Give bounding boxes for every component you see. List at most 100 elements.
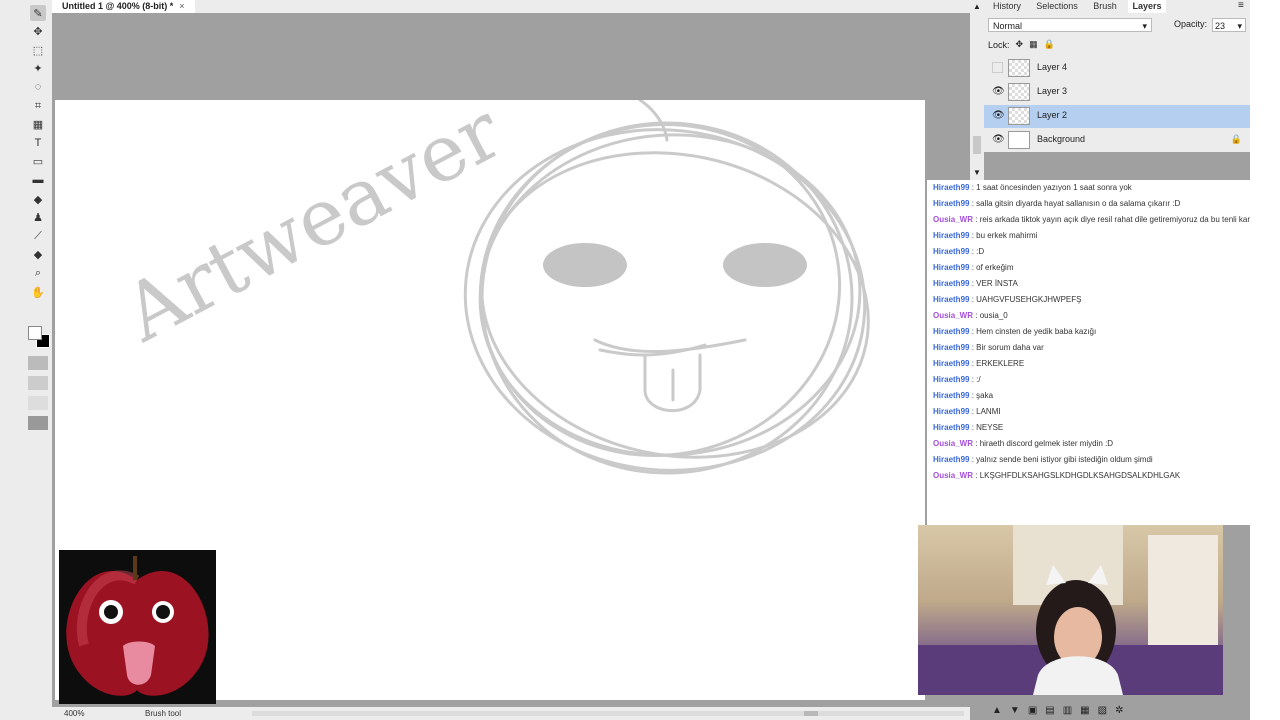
chat-username: Hiraeth99 xyxy=(933,295,970,304)
chat-username: Hiraeth99 xyxy=(933,247,970,256)
chat-text: : UAHGVFUSEHGKJHWPEFŞ xyxy=(971,295,1082,304)
brush-preset-picker[interactable] xyxy=(28,356,48,370)
layer-mask-icon[interactable]: ▧ xyxy=(1098,705,1107,716)
new-layer-icon[interactable]: ▤ xyxy=(1045,705,1054,716)
layer-row[interactable]: Layer 4 xyxy=(984,57,1250,80)
chat-text: : hiraeth discord gelmek ister miydin :D xyxy=(975,439,1114,448)
pattern-picker[interactable] xyxy=(28,396,48,410)
lock-transparency-icon[interactable]: ▦ xyxy=(1029,39,1038,50)
lock-position-icon[interactable]: ✥ xyxy=(1016,39,1024,50)
image-picker[interactable] xyxy=(28,416,48,430)
scroll-down-arrow-icon[interactable]: ▼ xyxy=(973,168,981,177)
opacity-select[interactable]: 23 ▾ xyxy=(1212,18,1246,32)
background-color-swatch[interactable] xyxy=(28,326,42,340)
chat-text: : şaka xyxy=(971,391,994,400)
move-layer-down-icon[interactable]: ▼ xyxy=(1010,705,1020,716)
clone-stamp-tool-icon[interactable]: ♟ xyxy=(30,210,46,226)
chat-username: Hiraeth99 xyxy=(933,391,970,400)
chat-message: Hiraeth99 : yalnız sende beni istiyor gi… xyxy=(927,452,1250,468)
chat-username: Hiraeth99 xyxy=(933,263,970,272)
lock-row: Lock: ✥ ▦ 🔒 xyxy=(988,39,1055,50)
zoom-tool-icon[interactable]: ⌕ xyxy=(30,265,46,281)
chat-text: : ousia_0 xyxy=(975,311,1008,320)
scrollbar-thumb[interactable] xyxy=(804,711,818,716)
crop-tool-icon[interactable]: ⌗ xyxy=(30,98,46,114)
eye-icon[interactable]: 👁 xyxy=(992,110,1005,121)
chat-message: Hiraeth99 : of erkeğim xyxy=(927,260,1250,276)
opacity-value: 23 xyxy=(1215,21,1226,31)
lasso-tool-icon[interactable]: ◌ xyxy=(30,79,46,95)
chat-message: Hiraeth99 : NEYSE xyxy=(927,420,1250,436)
move-layer-up-icon[interactable]: ▲ xyxy=(992,705,1002,716)
tab-history[interactable]: History xyxy=(988,0,1026,13)
chat-username: Hiraeth99 xyxy=(933,407,970,416)
chat-username: Hiraeth99 xyxy=(933,423,970,432)
chat-username: Hiraeth99 xyxy=(933,183,970,192)
texture-picker[interactable] xyxy=(28,376,48,390)
grid-tool-icon[interactable]: ▦ xyxy=(30,117,46,133)
tab-brush[interactable]: Brush xyxy=(1088,0,1122,13)
layer-row[interactable]: 👁 Layer 2 xyxy=(984,105,1250,128)
stream-chat: Hiraeth99 : 1 saat öncesinden yazıyon 1 … xyxy=(927,180,1250,525)
lock-label: Lock: xyxy=(988,39,1010,50)
shape-tool-icon[interactable]: ▭ xyxy=(30,154,46,170)
fill-tool-icon[interactable]: ◆ xyxy=(30,247,46,263)
delete-layer-icon[interactable]: ▥ xyxy=(1063,705,1072,716)
scroll-up-arrow-icon[interactable]: ▲ xyxy=(973,2,981,11)
close-tab-icon[interactable]: × xyxy=(179,1,184,11)
chat-message: Hiraeth99 : VER İNSTA xyxy=(927,276,1250,292)
document-tab[interactable]: Untitled 1 @ 400% (8-bit) * × xyxy=(52,0,195,13)
zoom-level: 400% xyxy=(64,709,85,718)
chevron-down-icon: ▾ xyxy=(1237,21,1242,31)
magic-wand-tool-icon[interactable]: ✦ xyxy=(30,61,46,77)
layer-thumbnail xyxy=(1008,83,1030,101)
chat-text: : Hem cinsten de yedik baba kazığı xyxy=(971,327,1097,336)
document-tab-title: Untitled 1 @ 400% (8-bit) * xyxy=(62,1,174,11)
horizontal-scrollbar[interactable] xyxy=(252,711,964,716)
apple-reference-picture xyxy=(59,550,216,704)
chat-text: : :/ xyxy=(971,375,981,384)
chat-message: Ousia_WR : LKŞGHFDLKSAHGSLKDHGDLKSAHGDSA… xyxy=(927,468,1250,484)
chat-message: Hiraeth99 : bu erkek mahirmi xyxy=(927,228,1250,244)
panel-menu-icon[interactable]: ≡ xyxy=(1238,0,1244,11)
layers-panel: History Selections Brush Layers ≡ Normal… xyxy=(984,0,1250,152)
brush-tool-icon[interactable]: ✎ xyxy=(30,5,46,21)
tab-selections[interactable]: Selections xyxy=(1030,0,1084,13)
layer-settings-icon[interactable]: ✲ xyxy=(1115,705,1123,716)
lock-all-icon[interactable]: 🔒 xyxy=(1044,39,1055,50)
marquee-tool-icon[interactable]: ⬚ xyxy=(30,42,46,58)
chat-message: Hiraeth99 : şaka xyxy=(927,388,1250,404)
right-margin xyxy=(1250,0,1280,720)
eye-icon[interactable]: 👁 xyxy=(992,134,1005,145)
hand-tool-icon[interactable]: ✋ xyxy=(30,284,46,300)
visibility-toggle[interactable] xyxy=(992,62,1003,73)
vertical-scrollbar[interactable]: ▲ ▼ xyxy=(970,0,984,180)
text-tool-icon[interactable]: T xyxy=(30,135,46,151)
chat-username: Ousia_WR xyxy=(933,215,974,224)
gradient-tool-icon[interactable]: ▬ xyxy=(30,172,46,188)
chat-text: : ERKEKLERE xyxy=(971,359,1025,368)
chat-text: : reis arkada tiktok yayın açık diye res… xyxy=(975,215,1250,224)
chat-username: Hiraeth99 xyxy=(933,455,970,464)
new-group-icon[interactable]: ▣ xyxy=(1028,705,1037,716)
move-tool-icon[interactable]: ✥ xyxy=(30,24,46,40)
layer-row[interactable]: 👁 Layer 3 xyxy=(984,81,1250,104)
duplicate-layer-icon[interactable]: ▦ xyxy=(1080,705,1089,716)
eraser-tool-icon[interactable]: ◆ xyxy=(30,191,46,207)
chat-username: Hiraeth99 xyxy=(933,279,970,288)
chat-text: : salla gitsin diyarda hayat sallanısın … xyxy=(971,199,1181,208)
chat-text: : LKŞGHFDLKSAHGSLKDHGDLKSAHGDSALKDHLGAK xyxy=(975,471,1181,480)
eyedropper-tool-icon[interactable]: ⟋ xyxy=(30,228,46,244)
blend-mode-select[interactable]: Normal ▾ xyxy=(988,18,1152,32)
layer-name: Layer 2 xyxy=(1037,110,1068,120)
chat-username: Ousia_WR xyxy=(933,439,974,448)
chat-username: Hiraeth99 xyxy=(933,199,970,208)
chat-message: Hiraeth99 : Hem cinsten de yedik baba ka… xyxy=(927,324,1250,340)
eye-icon[interactable]: 👁 xyxy=(992,86,1005,97)
chat-text: : yalnız sende beni istiyor gibi istediğ… xyxy=(971,455,1153,464)
tab-layers[interactable]: Layers xyxy=(1128,0,1166,13)
chat-username: Hiraeth99 xyxy=(933,327,970,336)
scrollbar-thumb[interactable] xyxy=(973,136,981,154)
webcam-feed xyxy=(918,525,1223,695)
layer-row[interactable]: 👁 Background 🔒 xyxy=(984,129,1250,152)
